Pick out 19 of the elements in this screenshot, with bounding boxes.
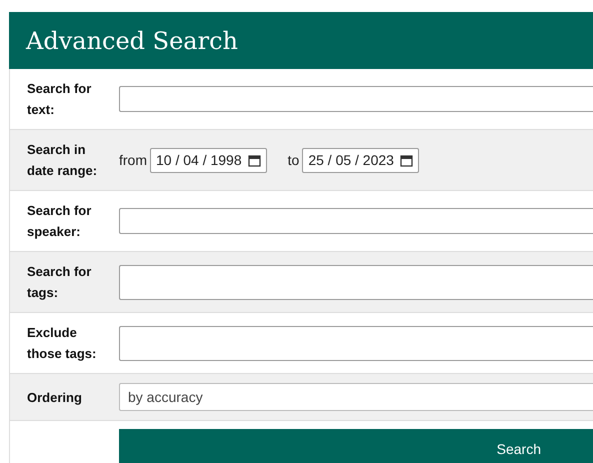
page-title: Advanced Search <box>26 26 238 56</box>
field-label: Ordering <box>27 388 83 407</box>
date-field[interactable]: 10 / 04 / 1998 <box>150 148 267 172</box>
to-label: to <box>288 150 300 170</box>
field-label: Search for tags: <box>27 263 92 302</box>
input-field[interactable] <box>119 264 593 300</box>
field-label: Search for speaker: <box>27 202 92 241</box>
ordering-dropdown[interactable]: by accuracy <box>119 383 593 411</box>
input-field[interactable] <box>119 86 593 112</box>
from-label: from <box>119 150 147 170</box>
field-label: Search in date range: <box>27 141 98 180</box>
input-field[interactable] <box>119 326 593 360</box>
field-label: Search for text: <box>27 80 92 119</box>
date-field[interactable]: 25 / 05 / 2023 <box>302 148 419 172</box>
search-button[interactable]: Search <box>119 429 593 463</box>
calendar-icon[interactable] <box>400 154 413 166</box>
calendar-icon[interactable] <box>248 154 261 166</box>
field-label: Exclude those tags: <box>27 324 98 363</box>
input-field[interactable] <box>119 208 593 234</box>
